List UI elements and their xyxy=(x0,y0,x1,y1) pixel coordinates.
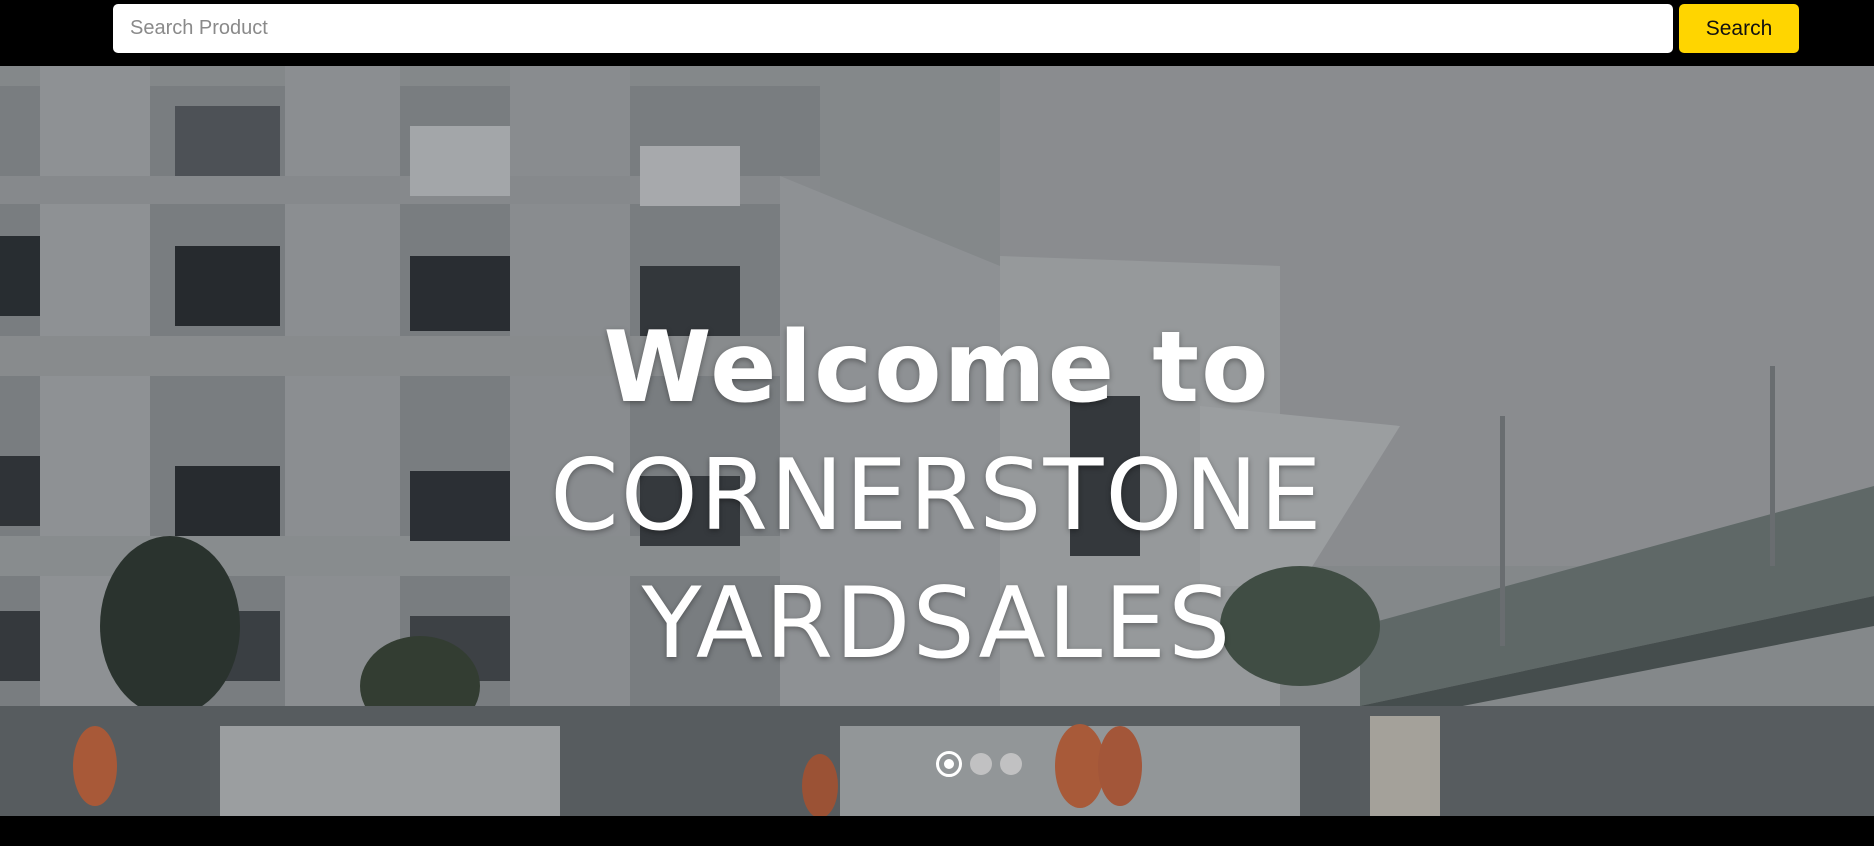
carousel-indicators xyxy=(936,751,1022,777)
search-input[interactable] xyxy=(113,4,1673,53)
hero-carousel: Welcome to CORNERSTONE YARDSALES xyxy=(0,66,1874,816)
page: Search Product Search Welcome to CORNERS… xyxy=(0,0,1874,846)
carousel-dot-3[interactable] xyxy=(1000,753,1022,775)
hero-heading-line-3: YARDSALES xyxy=(641,567,1233,681)
search-button[interactable]: Search xyxy=(1679,4,1799,53)
hero-heading-line-2: CORNERSTONE xyxy=(550,439,1324,553)
carousel-dot-1[interactable] xyxy=(936,751,962,777)
top-search-bar: Search xyxy=(0,0,1874,66)
hero-heading-line-1: Welcome to xyxy=(603,311,1271,425)
bottom-strip xyxy=(0,816,1874,846)
hero-heading: Welcome to CORNERSTONE YARDSALES xyxy=(0,304,1874,688)
carousel-dot-2[interactable] xyxy=(970,753,992,775)
